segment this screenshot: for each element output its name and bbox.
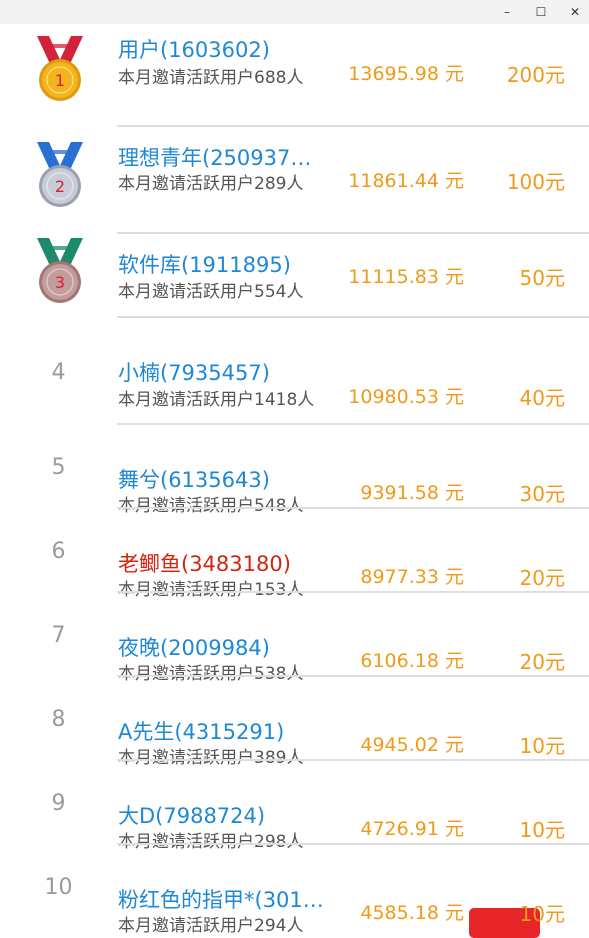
reward-amount: 100元 (506, 170, 565, 194)
row-divider (117, 232, 589, 234)
rank-number: 6 (51, 539, 66, 564)
row-divider (117, 675, 589, 677)
window-titlebar: – ☐ ✕ (0, 0, 589, 24)
row-divider (117, 591, 589, 593)
user-name[interactable]: 理想青年(250937… (118, 142, 340, 172)
row-divider (117, 759, 589, 761)
medal-rank-number: 2 (55, 177, 65, 196)
user-name[interactable]: 夜晚(2009984) (118, 632, 340, 662)
earnings-amount: 10980.53 元 (348, 386, 464, 408)
earnings-amount: 4585.18 元 (360, 902, 464, 924)
rank-number: 10 (44, 875, 73, 900)
reward-amount: 30元 (519, 482, 565, 506)
reward-amount: 50元 (519, 266, 565, 290)
reward-amount: 10元 (519, 902, 565, 926)
reward-amount: 10元 (519, 818, 565, 842)
row-divider (117, 423, 589, 425)
rank-number: 5 (51, 455, 66, 480)
invite-count-text: 本月邀请活跃用户554人 (118, 282, 304, 302)
reward-amount: 20元 (519, 566, 565, 590)
earnings-amount: 11115.83 元 (348, 266, 464, 288)
rank-number: 9 (51, 791, 66, 816)
row-divider (117, 125, 589, 127)
row-divider (117, 316, 589, 318)
medal-rank-1-icon: 1 (37, 36, 83, 101)
earnings-amount: 11861.44 元 (348, 170, 464, 192)
user-name[interactable]: 舞兮(6135643) (118, 464, 340, 494)
user-name[interactable]: 小楠(7935457) (118, 357, 340, 387)
earnings-amount: 6106.18 元 (360, 650, 464, 672)
row-divider (117, 507, 589, 509)
earnings-amount: 4945.02 元 (360, 734, 464, 756)
rank-number: 8 (51, 707, 66, 732)
maximize-button[interactable]: ☐ (524, 0, 558, 24)
earnings-amount: 4726.91 元 (360, 818, 464, 840)
reward-amount: 200元 (506, 63, 565, 87)
earnings-amount: 8977.33 元 (360, 566, 464, 588)
reward-amount: 40元 (519, 386, 565, 410)
close-button[interactable]: ✕ (558, 0, 589, 24)
user-name[interactable]: 粉红色的指甲*(301… (118, 884, 340, 914)
medal-rank-number: 3 (55, 273, 65, 292)
medal-rank-3-icon: 3 (37, 238, 83, 303)
rank-number: 4 (51, 360, 66, 385)
minimize-button[interactable]: – (490, 0, 524, 24)
user-name[interactable]: 用户(1603602) (118, 34, 340, 64)
invite-count-text: 本月邀请活跃用户1418人 (118, 390, 315, 410)
user-name[interactable]: 大D(7988724) (118, 800, 340, 830)
rank-number: 7 (51, 623, 66, 648)
user-name[interactable]: 软件库(1911895) (118, 249, 340, 279)
user-name[interactable]: 老鲫鱼(3483180) (118, 548, 340, 578)
invite-count-text: 本月邀请活跃用户688人 (118, 68, 304, 88)
medal-rank-2-icon: 2 (37, 142, 83, 207)
medal-rank-number: 1 (55, 71, 65, 90)
reward-amount: 20元 (519, 650, 565, 674)
invite-count-text: 本月邀请活跃用户289人 (118, 174, 304, 194)
earnings-amount: 9391.58 元 (360, 482, 464, 504)
reward-amount: 10元 (519, 734, 565, 758)
invite-count-text: 本月邀请活跃用户294人 (118, 916, 304, 936)
user-name[interactable]: A先生(4315291) (118, 716, 340, 746)
earnings-amount: 13695.98 元 (348, 63, 464, 85)
row-divider (117, 843, 589, 845)
